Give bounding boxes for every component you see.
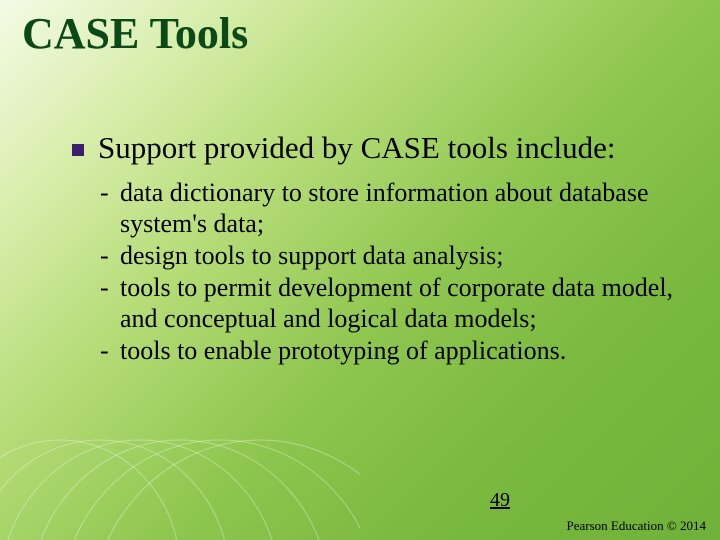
list-item: - data dictionary to store information a… — [100, 177, 680, 240]
lead-text: Support provided by CASE tools include: — [98, 130, 616, 167]
item-text: data dictionary to store information abo… — [120, 177, 680, 240]
item-text: design tools to support data analysis; — [120, 240, 680, 272]
list-item: - tools to permit development of corpora… — [100, 272, 680, 335]
slide-title: CASE Tools — [22, 8, 248, 59]
dash-icon: - — [100, 240, 120, 272]
copyright-text: Pearson Education © 2014 — [567, 518, 707, 534]
item-text: tools to permit development of corporate… — [120, 272, 680, 335]
bullet-icon — [72, 144, 84, 156]
list-item: - tools to enable prototyping of applica… — [100, 335, 680, 367]
dash-icon: - — [100, 335, 120, 367]
page-number: 49 — [490, 489, 510, 512]
items-list: - data dictionary to store information a… — [100, 177, 680, 367]
dash-icon: - — [100, 177, 120, 209]
slide: CASE Tools Support provided by CASE tool… — [0, 0, 720, 540]
list-item: - design tools to support data analysis; — [100, 240, 680, 272]
lead-row: Support provided by CASE tools include: — [72, 130, 680, 167]
content-block: Support provided by CASE tools include: … — [72, 130, 680, 367]
decorative-arcs-icon — [0, 420, 360, 540]
dash-icon: - — [100, 272, 120, 304]
item-text: tools to enable prototyping of applicati… — [120, 335, 680, 367]
